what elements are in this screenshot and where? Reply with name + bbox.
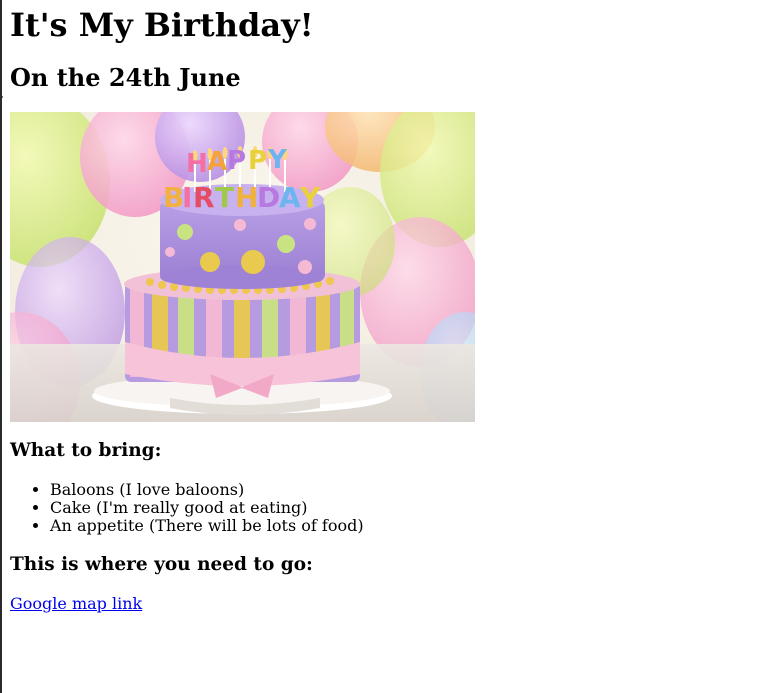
window-edge-marker xyxy=(2,96,3,98)
list-item: Baloons (I love baloons) xyxy=(50,481,364,499)
svg-text:H: H xyxy=(186,149,208,179)
bring-list: Baloons (I love baloons) Cake (I'm reall… xyxy=(50,481,364,535)
svg-text:Y: Y xyxy=(267,145,288,175)
svg-text:R: R xyxy=(193,181,215,214)
list-item: Cake (I'm really good at eating) xyxy=(50,499,364,517)
svg-text:H: H xyxy=(235,181,258,214)
list-item: An appetite (There will be lots of food) xyxy=(50,517,364,535)
window-left-edge xyxy=(0,0,2,693)
svg-text:T: T xyxy=(215,181,234,214)
event-date: On the 24th June xyxy=(10,63,241,92)
page-title: It's My Birthday! xyxy=(10,6,314,44)
svg-text:P: P xyxy=(227,146,246,176)
directions-heading: This is where you need to go: xyxy=(10,554,313,575)
svg-text:D: D xyxy=(257,181,280,214)
svg-text:I: I xyxy=(182,181,192,214)
birthday-cake-image: H A P P Y B I R T H D A Y xyxy=(10,112,475,422)
google-map-link[interactable]: Google map link xyxy=(10,594,142,613)
svg-text:Y: Y xyxy=(299,181,321,214)
svg-text:P: P xyxy=(248,146,267,176)
svg-text:A: A xyxy=(207,147,227,177)
what-to-bring-heading: What to bring: xyxy=(10,440,162,461)
svg-text:A: A xyxy=(279,181,301,214)
